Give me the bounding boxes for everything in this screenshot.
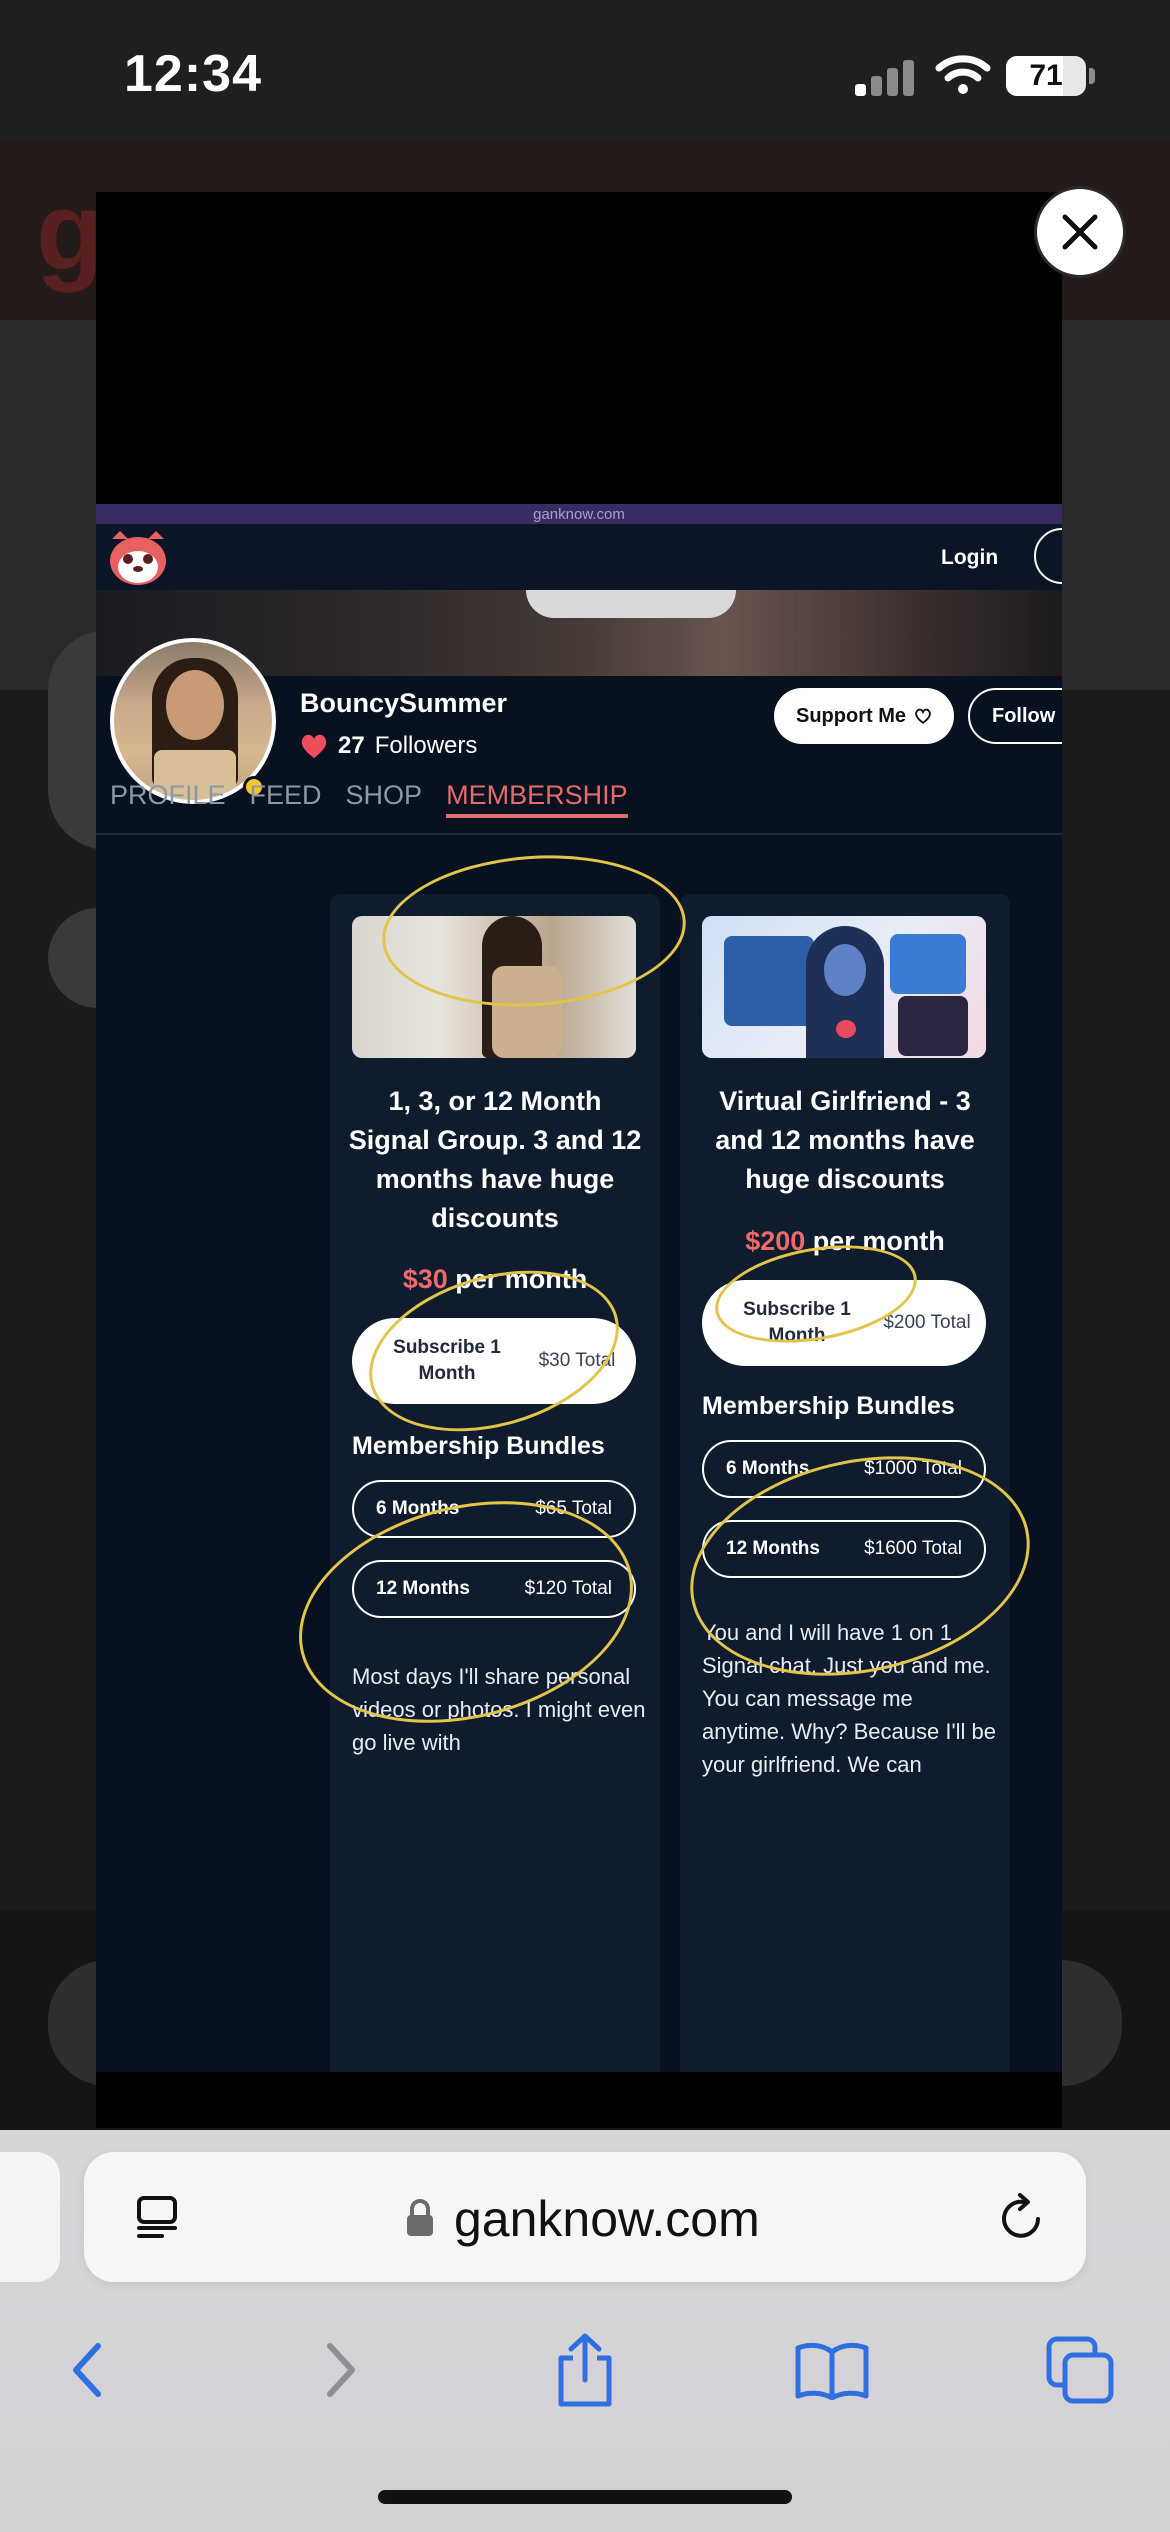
battery-level: 71 xyxy=(1029,59,1063,92)
battery-icon: 71 xyxy=(1006,56,1086,96)
login-link[interactable]: Login xyxy=(941,546,998,570)
tab-membership[interactable]: MEMBERSHIP xyxy=(446,772,628,818)
media-modal: ganknow.com Login BouncySummer 27 Follow… xyxy=(96,192,1062,2128)
book-icon xyxy=(795,2342,869,2400)
heart-outline-icon xyxy=(915,708,931,724)
share-icon xyxy=(558,2333,612,2407)
signup-button[interactable] xyxy=(1034,528,1062,584)
wifi-icon xyxy=(935,55,991,94)
reload-icon[interactable] xyxy=(994,2192,1048,2246)
cellular-signal-icon xyxy=(855,56,915,96)
address-bar[interactable]: ganknow.com xyxy=(84,2152,1086,2282)
lock-icon xyxy=(407,2199,433,2236)
support-me-button[interactable]: Support Me xyxy=(774,688,954,744)
profile-tabs: PROFILE FEED SHOP MEMBERSHIP xyxy=(110,772,628,832)
battery-nub xyxy=(1089,68,1095,84)
forward-button[interactable] xyxy=(300,2330,380,2410)
tab-feed[interactable]: FEED xyxy=(250,772,322,832)
membership-title: Virtual Girlfriend - 3 and 12 months hav… xyxy=(715,1086,975,1194)
browser-toolbar: ganknow.com xyxy=(0,2130,1170,2532)
bookmarks-button[interactable] xyxy=(792,2330,872,2410)
chevron-right-icon xyxy=(327,2343,355,2397)
membership-image xyxy=(702,916,986,1058)
url-text: ganknow.com xyxy=(454,2191,760,2247)
status-time: 12:34 xyxy=(124,45,262,103)
tabs-button[interactable] xyxy=(1040,2330,1120,2410)
price-amount: $30 xyxy=(402,1264,448,1294)
top-url-text: ganknow.com xyxy=(533,506,625,523)
follow-button[interactable]: Follow xyxy=(968,688,1062,744)
home-indicator[interactable] xyxy=(378,2490,792,2504)
support-me-label: Support Me xyxy=(796,704,906,727)
tab-profile[interactable]: PROFILE xyxy=(110,772,226,832)
membership-card: 1, 3, or 12 Month Signal Group. 3 and 12… xyxy=(330,894,660,2072)
background-logo: g xyxy=(36,170,104,293)
previous-tab-preview[interactable] xyxy=(0,2152,60,2282)
tab-shop[interactable]: SHOP xyxy=(346,772,423,832)
membership-title: 1, 3, or 12 Month Signal Group. 3 and 12… xyxy=(348,1086,642,1233)
back-button[interactable] xyxy=(48,2330,128,2410)
top-url-strip: ganknow.com xyxy=(96,504,1062,524)
profile-username: BouncySummer xyxy=(300,688,508,718)
chevron-left-icon xyxy=(73,2343,101,2397)
bundles-title: Membership Bundles xyxy=(352,1432,605,1460)
red-panda-logo-icon[interactable] xyxy=(106,529,170,587)
heart-icon xyxy=(301,734,327,758)
followers-label: Followers xyxy=(374,732,478,759)
tabs-icon xyxy=(1046,2336,1114,2404)
site-header: Login xyxy=(96,524,1062,590)
followers-count: 27 Followers xyxy=(300,732,477,760)
page-menu-icon[interactable] xyxy=(132,2192,182,2242)
share-button[interactable] xyxy=(545,2330,625,2410)
close-modal-button[interactable] xyxy=(1037,189,1123,275)
tabs-divider xyxy=(96,833,1062,835)
bundles-title: Membership Bundles xyxy=(702,1392,955,1420)
close-icon xyxy=(1062,214,1098,250)
followers-number: 27 xyxy=(338,732,365,759)
status-bar: 12:34 71 xyxy=(0,0,1170,140)
embedded-screenshot: ganknow.com Login BouncySummer 27 Follow… xyxy=(96,504,1062,2072)
background-button xyxy=(48,908,100,1008)
banner-detail xyxy=(526,590,736,618)
